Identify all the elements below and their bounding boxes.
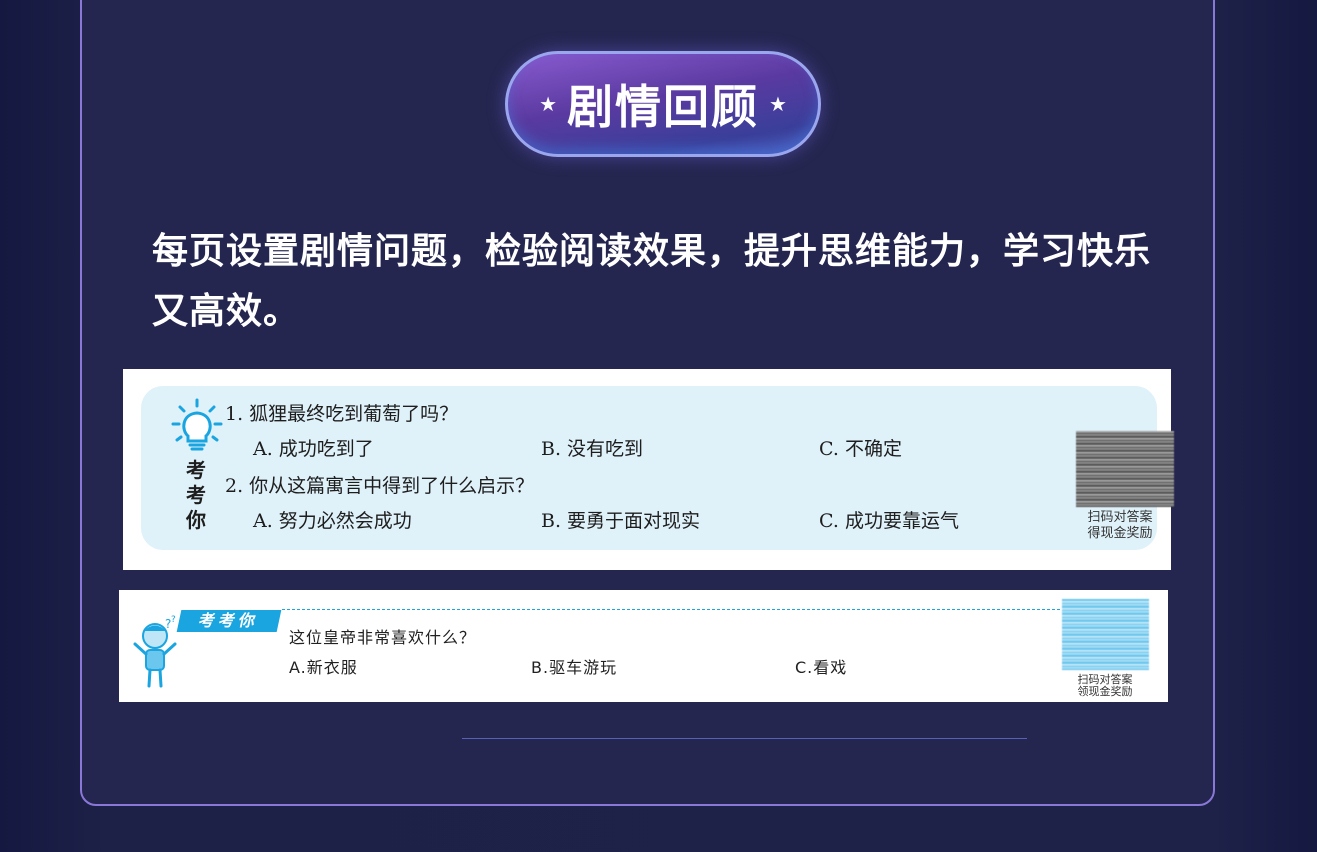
option-c: C. 成功要靠运气 (819, 510, 959, 532)
option-b: B. 要勇于面对现实 (541, 510, 701, 532)
svg-text:?: ? (171, 615, 176, 625)
scan-caption-line1: 扫码对答案 (1087, 510, 1153, 525)
quiz-tag: 考考你 (176, 610, 282, 632)
dashed-divider (282, 609, 1060, 610)
question: 这位皇帝非常喜欢什么？ (289, 628, 477, 647)
bottom-divider (462, 738, 1027, 739)
qr-code[interactable] (1076, 431, 1174, 507)
option-c: C.看戏 (795, 658, 848, 677)
option-b: B. 没有吃到 (541, 438, 644, 460)
quiz-card-sample-2: ? ? 考考你 这位皇帝非常喜欢什么？ A.新衣服 B.驱车游玩 C.看戏 扫码… (119, 590, 1168, 702)
section-title: 剧情回顾 (567, 80, 759, 134)
option-c: C. 不确定 (819, 438, 902, 460)
question-2: 2. 你从这篇寓言中得到了什么启示？ (225, 475, 535, 497)
scan-caption-line2: 得现金奖励 (1087, 526, 1153, 541)
question-1: 1. 狐狸最终吃到葡萄了吗？ (225, 403, 459, 425)
scan-caption: 扫码对答案 领现金奖励 (1055, 674, 1155, 698)
star-icon: ★ (539, 92, 557, 116)
qr-code[interactable] (1062, 599, 1149, 670)
lightbulb-icon (171, 398, 223, 451)
quiz-label: 考考你 (186, 458, 206, 532)
scan-caption: 扫码对答案 得现金奖励 (1066, 510, 1174, 542)
quiz-card-sample-1: 考考你 1. 狐狸最终吃到葡萄了吗？ A. 成功吃到了 B. 没有吃到 C. 不… (123, 369, 1174, 570)
option-b: B.驱车游玩 (531, 658, 618, 677)
quiz-card-body: 考考你 1. 狐狸最终吃到葡萄了吗？ A. 成功吃到了 B. 没有吃到 C. 不… (141, 386, 1174, 550)
option-a: A. 成功吃到了 (253, 438, 374, 460)
section-title-badge: ★ 剧情回顾 ★ (505, 51, 821, 157)
section-description: 每页设置剧情问题，检验阅读效果，提升思维能力，学习快乐又高效。 (152, 231, 1152, 332)
option-a: A. 努力必然会成功 (253, 510, 412, 532)
thinking-kid-icon: ? ? (133, 615, 177, 688)
scan-caption-line2: 领现金奖励 (1077, 685, 1133, 698)
star-icon: ★ (769, 92, 787, 116)
option-a: A.新衣服 (289, 658, 358, 677)
